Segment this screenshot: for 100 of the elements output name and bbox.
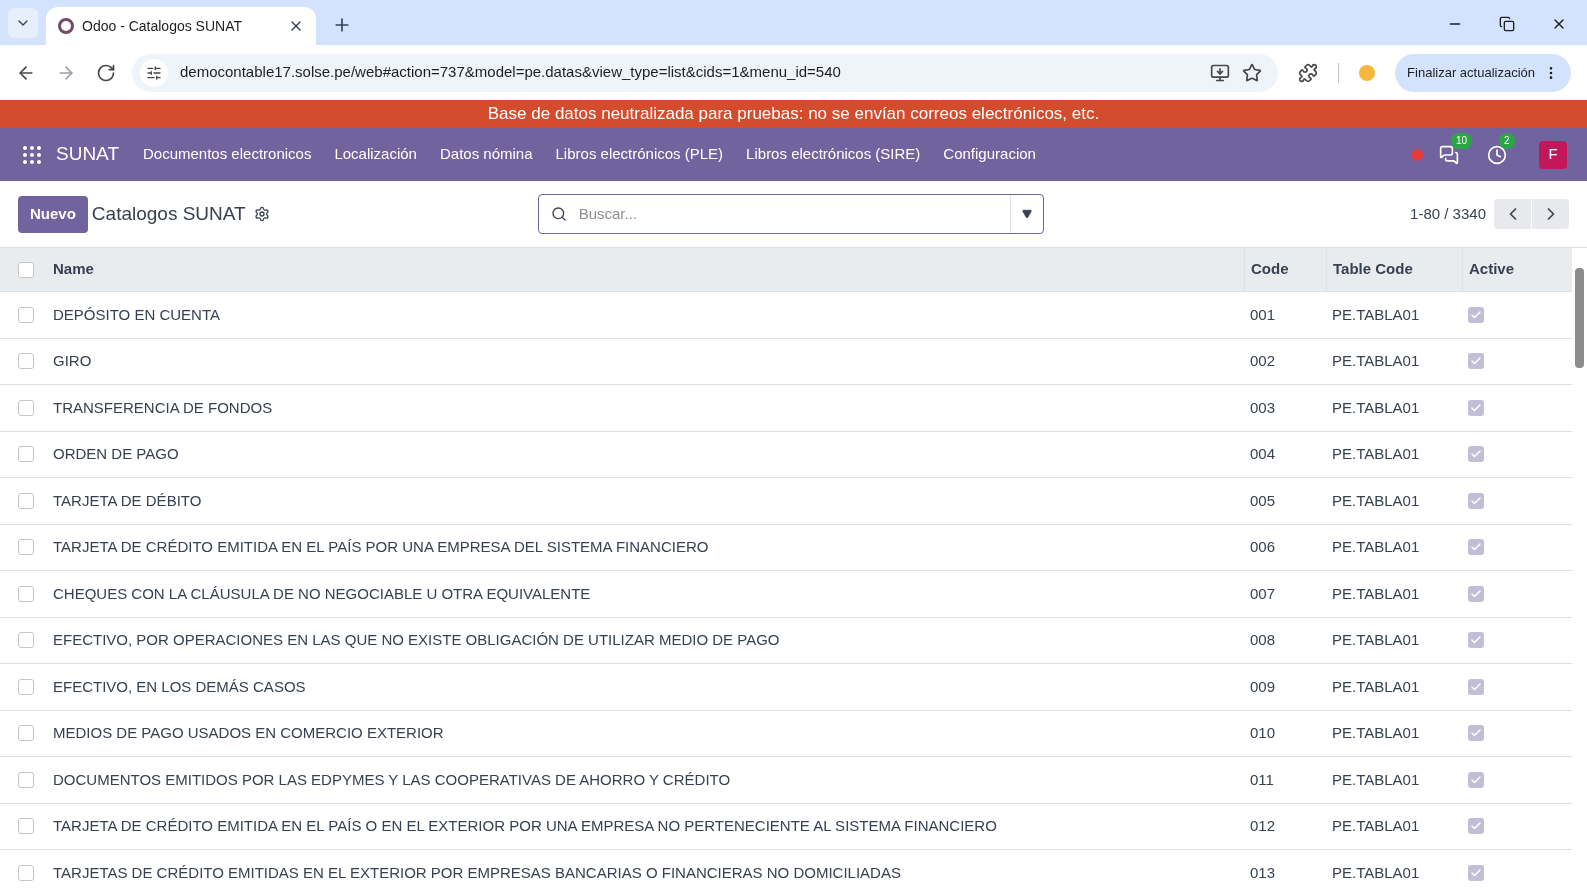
table-cell-text: 011: [1249, 769, 1275, 790]
checkbox[interactable]: [18, 399, 34, 416]
reload-icon[interactable]: [96, 62, 116, 83]
user-avatar[interactable]: F: [1539, 140, 1567, 169]
checkbox[interactable]: [18, 585, 34, 602]
checkbox[interactable]: [18, 353, 34, 370]
table-cell-text: PE.TABLA01: [1331, 676, 1421, 697]
table-cell-text: PE.TABLA01: [1331, 723, 1421, 743]
browser-tab[interactable]: Odoo - Catalogos SUNAT: [46, 7, 316, 45]
table-cell-text: EFECTIVO, POR OPERACIONES EN LAS QUE NO EXISTE OBLIGACIÓN DE UTILIZAR MEDIO DE PAGO: [53, 630, 781, 650]
checkbox[interactable]: [18, 818, 34, 835]
odoo-logo-icon: [58, 18, 74, 34]
profile-icon[interactable]: [1359, 64, 1376, 81]
menu-item[interactable]: Libros electrónicos (SIRE): [746, 143, 921, 166]
table-cell-text: 008: [1249, 630, 1277, 650]
search-input[interactable]: Buscar...: [578, 202, 1010, 226]
messages-icon[interactable]: [1439, 144, 1459, 165]
checkbox[interactable]: [1468, 353, 1484, 370]
checkbox[interactable]: [18, 261, 34, 278]
table-cell-text: PE.TABLA01: [1331, 397, 1421, 418]
extensions-icon[interactable]: [1298, 62, 1319, 83]
table-cell-text: PE.TABLA01: [1331, 769, 1421, 790]
table-cell-text: TRANSFERENCIA DE FONDOS: [53, 397, 274, 418]
activities-badge: 2: [1499, 132, 1515, 149]
table-cell-text: DOCUMENTOS EMITIDOS POR LAS EDPYMES Y LAS COOPERATIVAS DE AHORRO Y CRÉDITO: [53, 769, 732, 790]
table-cell-text: TARJETA DE CRÉDITO EMITIDA EN EL PAÍS O EN EL EXTERIOR POR UNA EMPRESA NO PERTENECIENTE AL SISTEMA FINANCIERO: [53, 816, 998, 836]
table-cell-text: PE.TABLA01: [1331, 444, 1421, 464]
checkbox[interactable]: [1468, 632, 1484, 649]
table-cell-text: 007: [1249, 583, 1277, 604]
checkbox[interactable]: [1468, 306, 1484, 323]
messages-badge: 10: [1451, 132, 1473, 149]
neutralized-banner: Base de datos neutralizada para pruebas: no se envían correos electrónicos, etc.: [0, 100, 1587, 128]
checkbox[interactable]: [18, 725, 34, 742]
url-text: democontable17.solse.pe/web#action=737&model=pe.datas&view_type=list&cids=1&menu_id=540: [180, 62, 842, 83]
menu-item[interactable]: Libros electrónicos (PLE): [555, 143, 724, 166]
previous-button[interactable]: [1494, 199, 1531, 229]
checkbox[interactable]: [1468, 446, 1484, 463]
table-cell-text: PE.TABLA01: [1331, 862, 1421, 883]
table-cell-text: PE.TABLA01: [1331, 304, 1421, 325]
checkbox[interactable]: [1468, 585, 1484, 602]
table-cell-text: TARJETA DE CRÉDITO EMITIDA EN EL PAÍS POR UNA EMPRESA DEL SISTEMA FINANCIERO: [53, 537, 710, 557]
column-header[interactable]: Active: [1462, 248, 1572, 291]
checkbox[interactable]: [1468, 399, 1484, 416]
menu-item[interactable]: Documentos electronicos: [143, 143, 312, 166]
settings-icon[interactable]: [253, 206, 270, 222]
checkbox[interactable]: [1468, 492, 1484, 509]
check-icon: [1470, 308, 1482, 321]
checkbox[interactable]: [18, 446, 34, 463]
checkbox[interactable]: [18, 864, 34, 881]
checkbox[interactable]: [18, 492, 34, 509]
checkbox[interactable]: [1468, 771, 1484, 788]
table-cell-text: EFECTIVO, EN LOS DEMÁS CASOS: [53, 676, 307, 697]
table-cell-text: PE.TABLA01: [1331, 630, 1421, 650]
check-icon: [1470, 866, 1482, 879]
checkbox[interactable]: [1468, 678, 1484, 695]
checkbox[interactable]: [18, 632, 34, 649]
table-cell-text: 004: [1249, 444, 1277, 464]
checkbox[interactable]: [18, 771, 34, 788]
checkbox[interactable]: [1468, 539, 1484, 556]
bookmark-star-icon[interactable]: [1242, 62, 1263, 83]
menu-item[interactable]: Localización: [334, 143, 417, 166]
restore-icon[interactable]: [1499, 16, 1515, 32]
address-bar[interactable]: democontable17.solse.pe/web#action=737&model=pe.datas&view_type=list&cids=1&menu_id=540: [132, 53, 1279, 92]
activities-icon[interactable]: [1487, 144, 1507, 165]
sliders-icon: [146, 64, 162, 81]
tab-title: Odoo - Catalogos SUNAT: [82, 16, 244, 36]
check-icon: [1470, 680, 1482, 693]
table-cell-text: TARJETA DE DÉBITO: [53, 490, 203, 511]
table-cell-text: 009: [1249, 676, 1277, 697]
checkbox[interactable]: [1468, 818, 1484, 835]
tab-list-button[interactable]: [8, 8, 38, 38]
table-cell-text: MEDIOS DE PAGO USADOS EN COMERCIO EXTERIOR: [53, 723, 445, 743]
table-cell-text: 006: [1249, 537, 1277, 557]
site-info-icon[interactable]: [140, 58, 168, 87]
checkbox[interactable]: [1468, 725, 1484, 742]
check-icon: [1470, 494, 1482, 507]
update-button[interactable]: Finalizar actualización: [1395, 53, 1571, 92]
app-name[interactable]: SUNAT: [56, 140, 119, 169]
table-cell-text: 002: [1249, 351, 1277, 371]
checkbox[interactable]: [18, 678, 34, 695]
check-icon: [1470, 773, 1482, 786]
checkbox[interactable]: [1468, 864, 1484, 881]
table-cell-text: TARJETAS DE CRÉDITO EMITIDAS EN EL EXTERIOR POR EMPRESAS BANCARIAS O FINANCIERAS NO DOMICILIADAS: [53, 862, 902, 883]
install-icon[interactable]: [1210, 62, 1231, 83]
new-button[interactable]: Nuevo: [18, 195, 88, 233]
column-header[interactable]: Table Code: [1326, 248, 1462, 291]
menu-item[interactable]: Datos nómina: [439, 143, 533, 166]
menu-item[interactable]: Configuracion: [943, 143, 1036, 166]
checkbox[interactable]: [18, 539, 34, 556]
pager-value: 1-80 / 3340: [1410, 203, 1486, 224]
search-field[interactable]: Buscar...: [537, 194, 1044, 234]
column-header[interactable]: Name: [53, 258, 1244, 281]
table-cell-text: PE.TABLA01: [1331, 583, 1421, 604]
table-cell-text: 012: [1249, 816, 1277, 836]
next-button[interactable]: [1532, 199, 1569, 229]
page-title: Catalogos SUNAT: [91, 201, 246, 226]
column-header[interactable]: Code: [1244, 248, 1326, 291]
table-cell-text: 013: [1249, 862, 1277, 883]
caret-icon: [1021, 209, 1032, 219]
checkbox[interactable]: [18, 306, 34, 323]
